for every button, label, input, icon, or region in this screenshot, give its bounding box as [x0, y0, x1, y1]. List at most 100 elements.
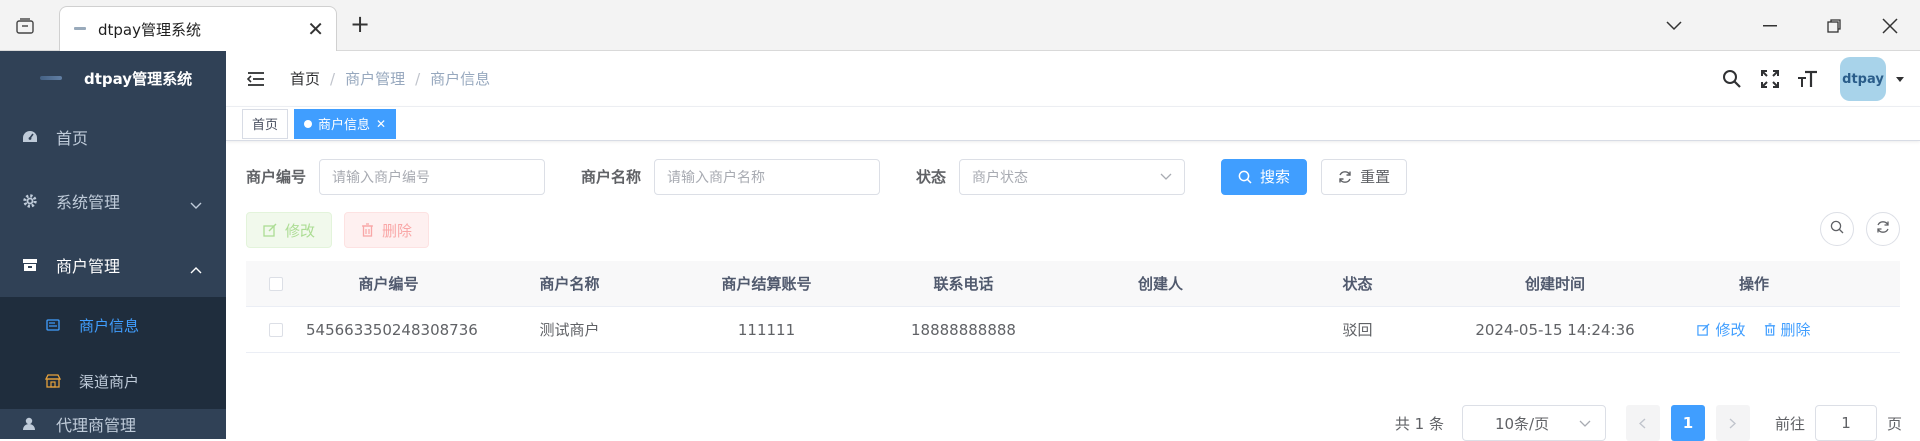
navbar: 首页 / 商户管理 / 商户信息 dtpay [226, 51, 1920, 107]
trash-icon [361, 223, 374, 237]
tag-merchant-info[interactable]: 商户信息 ✕ [294, 108, 397, 139]
tag-home[interactable]: 首页 [242, 108, 289, 139]
logo-icon [40, 76, 62, 80]
row-edit-link[interactable]: 修改 [1697, 319, 1746, 340]
delete-button[interactable]: 删除 [344, 212, 430, 248]
breadcrumb-home[interactable]: 首页 [290, 68, 320, 89]
merchant-name-label: 商户名称 [581, 168, 642, 186]
goto-suffix: 页 [1886, 414, 1902, 433]
merchant-no-label: 商户编号 [246, 168, 307, 186]
fullscreen-icon[interactable] [1758, 67, 1782, 91]
sidebar-logo[interactable]: dtpay管理系统 [0, 51, 226, 105]
search-button[interactable]: 搜索 [1221, 158, 1308, 195]
tag-label: 首页 [252, 118, 279, 133]
cell-status: 驳回 [1342, 321, 1373, 339]
sidebar-item-label: 代理商管理 [56, 416, 137, 435]
merchant-name-input[interactable]: 请输入商户名称 [654, 158, 881, 195]
goto-page-input[interactable]: 1 [1814, 405, 1877, 441]
close-tab-icon[interactable]: ✕ [307, 19, 324, 39]
next-page-button[interactable] [1715, 405, 1750, 441]
page-number-active[interactable]: 1 [1670, 405, 1705, 441]
right-toolbar [1808, 212, 1900, 246]
tab-search-icon[interactable] [1662, 14, 1686, 38]
sidebar-item-system[interactable]: 系统管理 [0, 169, 226, 233]
sidebar-item-agent[interactable]: 代理商管理 [0, 409, 226, 439]
sidebar-item-label: 系统管理 [56, 193, 121, 212]
active-dot-icon [304, 119, 313, 128]
goto-label: 前往 [1774, 414, 1805, 433]
tab-title: dtpay管理系统 [98, 20, 201, 39]
sidebar-item-label: 首页 [56, 129, 89, 148]
new-tab-icon[interactable]: + [350, 12, 370, 36]
dashboard-icon [22, 129, 38, 145]
header-merchant-no: 商户编号 [358, 275, 419, 293]
header-checkbox-cell [246, 276, 306, 291]
store-icon [22, 257, 38, 273]
search-button-label: 搜索 [1260, 168, 1291, 186]
id-card-icon [45, 317, 61, 333]
hamburger-icon[interactable] [244, 67, 268, 91]
close-icon[interactable]: ✕ [376, 117, 386, 131]
cell-phone: 18888888888 [911, 320, 1016, 339]
header-phone: 联系电话 [933, 275, 994, 293]
merchant-no-input[interactable]: 请输入商户编号 [319, 158, 546, 195]
sidebar-item-channel-merchant[interactable]: 渠道商户 [0, 353, 226, 409]
font-size-icon[interactable] [1796, 67, 1820, 91]
edit-button[interactable]: 修改 [246, 212, 333, 248]
page-size-value: 10条/页 [1494, 414, 1550, 433]
refresh-table-button[interactable] [1866, 212, 1900, 246]
minimize-icon[interactable] [1758, 14, 1782, 38]
cell-merchant-name: 测试商户 [539, 321, 600, 339]
shop-icon [45, 373, 61, 389]
breadcrumb: 首页 / 商户管理 / 商户信息 [290, 68, 490, 89]
search-form: 商户编号 请输入商户编号 商户名称 请输入商户名称 状态 商户状态 搜索 重置 [246, 158, 1900, 195]
header-actions: 操作 [1738, 275, 1769, 293]
search-icon[interactable] [1720, 67, 1744, 91]
restore-icon[interactable] [1822, 14, 1846, 38]
pagination-total: 共 1 条 [1394, 414, 1444, 433]
cell-settle-account: 111111 [737, 320, 796, 339]
refresh-icon [1876, 220, 1890, 238]
favicon-icon [74, 25, 88, 33]
breadcrumb-merchant: 商户管理 [345, 70, 406, 88]
sidebar-item-home[interactable]: 首页 [0, 105, 226, 169]
browser-tab[interactable]: dtpay管理系统 ✕ [59, 6, 337, 51]
user-icon [22, 416, 38, 432]
cell-created-at: 2024-05-15 14:24:36 [1475, 320, 1635, 339]
edit-icon [263, 223, 277, 237]
row-delete-link[interactable]: 删除 [1764, 319, 1811, 340]
reset-button[interactable]: 重置 [1321, 158, 1408, 195]
reset-button-label: 重置 [1360, 168, 1391, 186]
logo-title: dtpay管理系统 [84, 69, 193, 88]
pagination: 共 1 条 10条/页 1 前往 1 页 [1395, 405, 1902, 441]
sidebar-item-merchant[interactable]: 商户管理 [0, 233, 226, 297]
merchant-table: 商户编号 商户名称 商户结算账号 联系电话 创建人 状态 创建时间 操作 545… [246, 261, 1900, 353]
trash-icon [1764, 323, 1776, 336]
avatar[interactable]: dtpay [1840, 57, 1886, 101]
sidebar-item-merchant-info[interactable]: 商户信息 [0, 297, 226, 353]
close-window-icon[interactable] [1878, 14, 1902, 38]
status-select[interactable]: 商户状态 [959, 158, 1186, 195]
tag-label: 商户信息 [318, 118, 371, 133]
caret-down-icon[interactable] [1896, 76, 1906, 82]
prev-page-button[interactable] [1625, 405, 1660, 441]
status-select-placeholder: 商户状态 [972, 169, 1029, 186]
table-toolbar: 修改 删除 [246, 212, 1900, 248]
toggle-search-button[interactable] [1820, 212, 1854, 246]
search-icon [1238, 170, 1252, 184]
gear-icon [22, 193, 38, 209]
sidebar: dtpay管理系统 首页 系统管理 商户管理 商户信息 渠道商户 代理商管理 [0, 51, 226, 439]
sidebar-item-label: 商户管理 [56, 257, 121, 276]
edit-icon [1697, 323, 1711, 336]
page-size-select[interactable]: 10条/页 [1461, 405, 1606, 441]
header-creator: 创建人 [1137, 275, 1183, 293]
table-row: 545663350248308736 测试商户 111111 188888888… [246, 307, 1900, 353]
main-content: 首页 / 商户管理 / 商户信息 dtpay 首页 商户信息 ✕ 商户编号 请输… [226, 51, 1920, 441]
row-edit-label: 修改 [1715, 321, 1746, 339]
select-all-checkbox[interactable] [269, 276, 283, 291]
sidebar-item-label: 商户信息 [79, 316, 140, 335]
chevron-down-icon [1160, 169, 1172, 185]
row-checkbox[interactable] [269, 322, 283, 337]
chevron-down-icon [1579, 414, 1591, 432]
tab-actions-icon[interactable] [12, 15, 38, 37]
